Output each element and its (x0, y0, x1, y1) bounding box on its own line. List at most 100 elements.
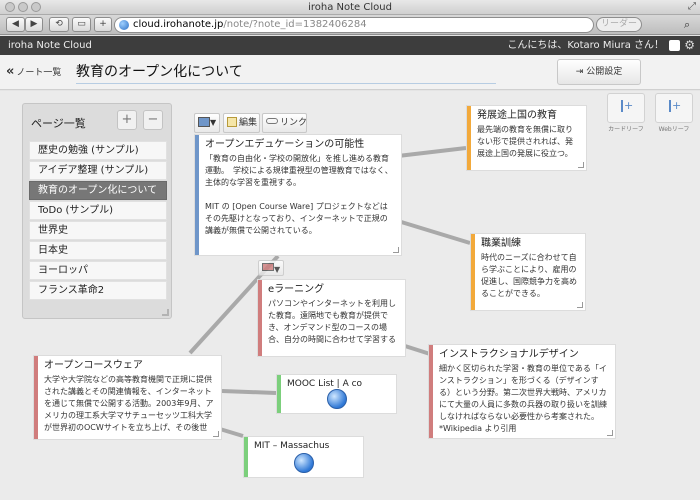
web-globe-icon (326, 389, 347, 409)
app-header: iroha Note Cloud こんにちは、Kotaro Miura さん！ … (0, 36, 700, 55)
card-title: 発展途上国の教育 (477, 110, 557, 121)
page-list: 歴史の勉強 (サンプル) アイデア整理 (サンプル) 教育のオープン化について … (29, 141, 167, 301)
card-body: 最先端の教育を無償に取りない形で提供されれば、発展途上国の発展に役立つ。 (477, 125, 573, 158)
search-icon[interactable]: ⌕ (684, 18, 690, 32)
gear-icon[interactable]: ⚙ (684, 36, 695, 55)
window-titlebar: iroha Note Cloud ⤢ (0, 0, 700, 15)
back-button[interactable]: ◀ (6, 17, 25, 32)
card-color-bar (34, 356, 38, 439)
card-reef-button[interactable]: + (607, 93, 645, 123)
card-color-bar (467, 106, 471, 170)
edit-card-button[interactable]: 編集 (223, 113, 260, 133)
card-title: eラーニング (268, 284, 325, 295)
card-body: 大学や大学院などの高等教育機関で正規に提供された講義とその関連情報を、インターネ… (44, 375, 214, 432)
card-elearning[interactable]: eラーニング パソコンやインターネットを利用した教育。遠隔地でも教育が提供でき、… (257, 279, 406, 357)
chevron-down-icon: ▼ (274, 265, 281, 274)
card-color-bar (471, 234, 475, 310)
brand-name[interactable]: iroha Note Cloud (8, 36, 92, 55)
web-card-mooc-list[interactable]: MOOC List | A co (276, 374, 397, 414)
page-item[interactable]: 日本史 (29, 241, 167, 260)
card-body: 「教育の自由化・学校の開放化」を推し進める教育運動。 学校による規律重視型の管理… (205, 154, 393, 235)
page-item-active[interactable]: 教育のオープン化について (29, 181, 167, 200)
page-item[interactable]: ToDo (サンプル) (29, 201, 167, 220)
card-resize-handle[interactable] (393, 247, 399, 253)
card-resize-handle[interactable] (607, 430, 613, 436)
site-globe-icon (119, 20, 129, 30)
url-host: cloud.irohanote.jp (133, 19, 224, 30)
window-title: iroha Note Cloud (308, 2, 392, 13)
add-page-button[interactable]: + (117, 110, 137, 130)
card-color-bar (277, 375, 281, 413)
card-opencourseware[interactable]: オープンコースウェア 大学や大学院などの高等教育機関で正規に提供された講義とその… (33, 355, 222, 440)
forward-button[interactable]: ▶ (25, 17, 43, 32)
fullscreen-icon[interactable]: ⤢ (688, 1, 696, 13)
link-line (397, 219, 471, 245)
card-developing-countries[interactable]: 発展途上国の教育 最先端の教育を無償に取りない形で提供されれば、発展途上国の発展… (466, 105, 587, 171)
page-item[interactable]: 歴史の勉強 (サンプル) (29, 141, 167, 160)
page-item[interactable]: 世界史 (29, 221, 167, 240)
card-body: 時代のニーズに合わせて自ら学ぶことにより、雇用の促進し、国際競争力を高めることが… (481, 253, 577, 298)
note-header: «ノート一覧 教育のオープン化について ⇥ 公開設定 (0, 55, 700, 90)
link-icon (266, 118, 278, 124)
page-list-title: ページ一覧 (31, 117, 86, 130)
card-resize-handle[interactable] (578, 162, 584, 168)
remove-page-button[interactable]: − (143, 110, 163, 130)
card-resize-handle[interactable] (577, 302, 583, 308)
page-item[interactable]: フランス革命2 (29, 281, 167, 300)
note-list-label: ノート一覧 (16, 68, 62, 78)
link-line (404, 344, 431, 356)
card-color-bar (195, 135, 199, 255)
card-reef-label: カードリーフ (608, 126, 644, 133)
address-bar[interactable]: cloud.irohanote.jp/note/?note_id=1382406… (114, 17, 594, 33)
history-icon[interactable]: ⟲ (49, 17, 69, 32)
card-title: MIT – Massachus (254, 441, 330, 451)
color-picker[interactable]: ▼ (258, 260, 284, 276)
publish-label: 公開設定 (586, 67, 623, 77)
zoom-window-button[interactable] (31, 2, 41, 12)
resize-handle[interactable] (162, 309, 169, 316)
edit-icon (227, 117, 237, 127)
link-line (397, 146, 467, 158)
card-instructional-design[interactable]: インストラクショナルデザイン 細かく区切られた学習・教育の単位である「インストラ… (428, 344, 616, 439)
browser-toolbar: ◀ ▶ ⟲ ▭ + cloud.irohanote.jp/note/?note_… (0, 15, 700, 35)
card-title: オープンエデュケーションの可能性 (205, 139, 365, 150)
page-item[interactable]: アイデア整理 (サンプル) (29, 161, 167, 180)
minimize-window-button[interactable] (18, 2, 28, 12)
card-body: パソコンやインターネットを利用した教育。遠隔地でも教育が提供でき、オンデマンド型… (268, 299, 396, 344)
color-swatch (198, 117, 210, 127)
link-line (221, 389, 277, 395)
web-card-mit[interactable]: MIT – Massachus (243, 436, 364, 478)
note-list-link[interactable]: «ノート一覧 (6, 64, 61, 79)
card-vocational-training[interactable]: 職業訓練 時代のニーズに合わせて自ら学ぶことにより、雇用の促進し、国際競争力を高… (470, 233, 586, 311)
web-reef-button[interactable]: + (655, 93, 693, 123)
publish-settings-button[interactable]: ⇥ 公開設定 (557, 59, 641, 85)
reader-button[interactable]: リーダー (596, 17, 642, 32)
card-title: 職業訓練 (481, 238, 521, 249)
color-picker[interactable]: ▼ (194, 113, 220, 133)
color-swatch (262, 263, 274, 271)
card-open-education[interactable]: オープンエデュケーションの可能性 「教育の自由化・学校の開放化」を推し進める教育… (194, 134, 402, 256)
card-title: インストラクショナルデザイン (439, 349, 579, 360)
note-canvas[interactable]: + カードリーフ + Webリーフ ページ一覧 + − 歴史の勉強 (サンプル)… (0, 91, 700, 500)
card-body: 細かく区切られた学習・教育の単位である「インストラクション」を形づくる（デザイン… (439, 364, 607, 433)
web-reef-label: Webリーフ (658, 126, 690, 133)
chevron-down-icon: ▼ (210, 118, 217, 127)
url-path: /note/?note_id=1382406284 (223, 19, 367, 30)
card-color-bar (244, 437, 248, 477)
user-menu-icon[interactable] (669, 40, 680, 51)
link-card-button[interactable]: リンク (262, 113, 307, 133)
card-color-bar (429, 345, 433, 438)
sidebar-icon[interactable]: ▭ (72, 17, 91, 32)
page-list-panel: ページ一覧 + − 歴史の勉強 (サンプル) アイデア整理 (サンプル) 教育の… (22, 103, 172, 319)
edit-label: 編集 (239, 118, 258, 128)
link-label: リンク (280, 118, 308, 128)
page-item[interactable]: ヨーロッパ (29, 261, 167, 280)
new-tab-button[interactable]: + (94, 17, 112, 32)
card-resize-handle[interactable] (213, 431, 219, 437)
publish-icon: ⇥ (575, 67, 584, 77)
card-color-bar (258, 280, 262, 356)
double-chevron-left-icon: « (6, 64, 15, 79)
note-title-field[interactable]: 教育のオープン化について (76, 60, 496, 84)
user-greeting[interactable]: こんにちは、Kotaro Miura さん！ (507, 36, 664, 55)
close-window-button[interactable] (5, 2, 15, 12)
